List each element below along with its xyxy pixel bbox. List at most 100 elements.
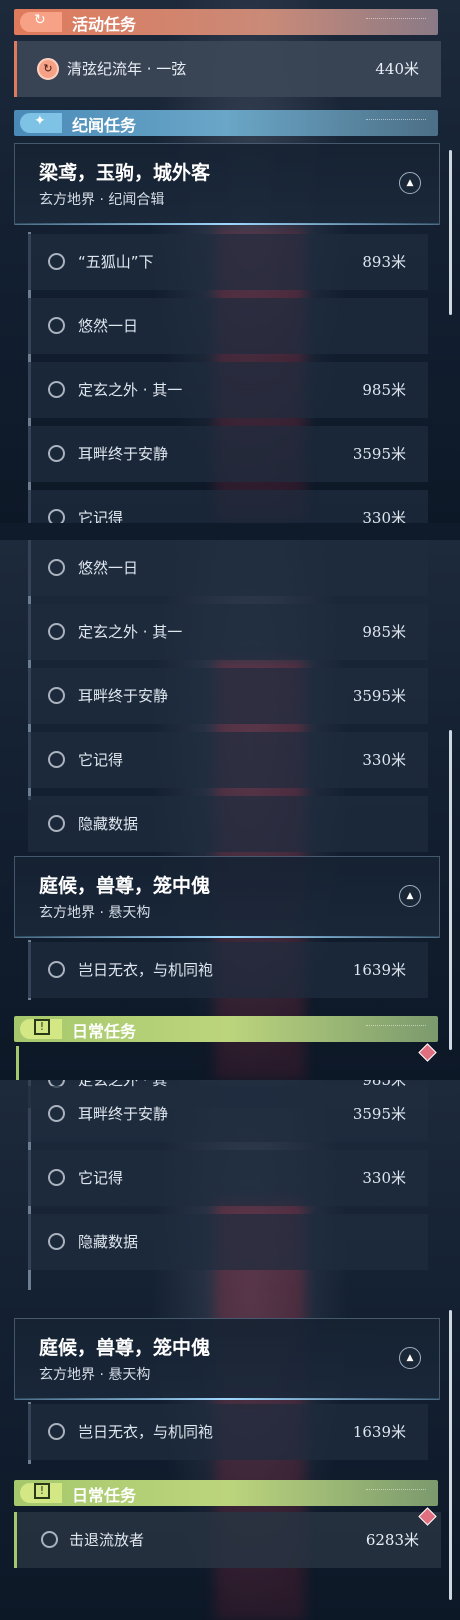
quest-name: 清弦纪流年 · 一弦 xyxy=(67,60,187,78)
quest-row[interactable]: 岂日无衣，与机同袍 1639米 xyxy=(28,942,428,998)
quest-circle-icon xyxy=(48,559,65,576)
quest-name: 悠然一日 xyxy=(78,317,139,335)
quest-distance: 985米 xyxy=(362,623,406,641)
refresh-arrow-icon: ↻ xyxy=(34,12,46,28)
active-quest-row[interactable]: ↻ 清弦纪流年 · 一弦 440米 xyxy=(14,41,441,97)
quest-distance: 985米 xyxy=(362,381,406,399)
quest-name: 耳畔终于安静 xyxy=(78,1105,169,1123)
quest-circle-icon xyxy=(48,687,65,704)
quest-distance: 330米 xyxy=(362,751,406,769)
story-subtitle: 玄方地界 · 悬天构 xyxy=(39,1367,151,1383)
quest-name: 它记得 xyxy=(78,509,124,523)
quest-row[interactable]: 岂日无衣，与机同袍 1639米 xyxy=(28,1404,428,1460)
quest-distance: 330米 xyxy=(362,1169,406,1187)
quest-distance: 1639米 xyxy=(352,1423,406,1441)
quest-name: 岂日无衣，与机同袍 xyxy=(78,961,214,979)
category-header-daily[interactable]: ! 日常任务 xyxy=(14,1016,438,1042)
quest-name: 定玄之外 · 其一 xyxy=(78,623,183,641)
quest-distance: 3595米 xyxy=(352,445,406,463)
quest-name: 耳畔终于安静 xyxy=(78,445,169,463)
quest-circle-icon xyxy=(48,317,65,334)
quest-circle-icon xyxy=(48,1423,65,1440)
quest-distance: 6283米 xyxy=(365,1531,419,1549)
quest-row[interactable]: 悠然一日 xyxy=(28,298,428,354)
quest-distance: 1639米 xyxy=(352,961,406,979)
daily-quest-row[interactable]: 击退流放者 6283米 xyxy=(14,1512,441,1568)
story-group-2[interactable]: 庭候，兽尊，笼中傀 玄方地界 · 悬天构 ▲ xyxy=(14,1318,440,1400)
quest-circle-icon xyxy=(41,1531,58,1548)
category-label: 日常任务 xyxy=(72,1022,137,1041)
quest-row[interactable]: 它记得 330米 xyxy=(28,1150,428,1206)
category-label: 活动任务 xyxy=(72,15,137,34)
quest-panel-1: ↻ 活动任务 ↻ 清弦纪流年 · 一弦 440米 ✦ 纪闻任务 梁鸢，玉驹，城外… xyxy=(0,0,460,523)
quest-panel-3: 定玄之外 · 其一 985米 耳畔终于安静 3595米 它记得 330米 隐藏数… xyxy=(0,1080,460,1620)
quest-circle-icon xyxy=(48,253,65,270)
story-subtitle: 玄方地界 · 纪闻合辑 xyxy=(39,192,165,208)
story-group-1[interactable]: 梁鸢，玉驹，城外客 玄方地界 · 纪闻合辑 ▲ xyxy=(14,143,440,225)
quest-name: 它记得 xyxy=(78,751,124,769)
category-label: 纪闻任务 xyxy=(72,116,137,135)
quest-row[interactable]: 它记得 330米 xyxy=(28,732,428,788)
exclamation-box-icon: ! xyxy=(34,1483,50,1499)
quest-name: 隐藏数据 xyxy=(78,815,139,833)
quest-circle-icon xyxy=(48,1105,65,1122)
quest-circle-icon xyxy=(48,381,65,398)
red-diamond-icon xyxy=(418,1043,437,1062)
quest-row[interactable]: “五狐山”下 893米 xyxy=(28,234,428,290)
quest-distance: 330米 xyxy=(362,509,406,523)
story-title: 庭候，兽尊，笼中傀 xyxy=(39,1337,211,1359)
quest-row[interactable]: 悠然一日 xyxy=(28,540,428,596)
quest-row[interactable]: 隐藏数据 xyxy=(28,1214,428,1270)
scrollbar[interactable] xyxy=(449,150,452,315)
refresh-arrow-icon: ↻ xyxy=(37,58,59,80)
quest-distance: 440米 xyxy=(375,60,419,78)
header-decoration xyxy=(366,119,426,124)
quest-circle-icon xyxy=(48,509,65,523)
scrollbar[interactable] xyxy=(449,730,452,1050)
quest-row[interactable]: 定玄之外 · 其一 985米 xyxy=(28,604,428,660)
quest-name: 击退流放者 xyxy=(69,1531,145,1549)
quest-circle-icon xyxy=(48,1233,65,1250)
chevron-up-icon[interactable]: ▲ xyxy=(399,172,421,194)
quest-row[interactable]: 耳畔终于安静 3595米 xyxy=(28,426,428,482)
scrollbar[interactable] xyxy=(449,1310,452,1600)
quest-distance: 3595米 xyxy=(352,687,406,705)
quest-circle-icon xyxy=(48,751,65,768)
quest-row[interactable]: 耳畔终于安静 3595米 xyxy=(28,1086,428,1142)
quest-name: 它记得 xyxy=(78,1169,124,1187)
exclamation-box-icon: ! xyxy=(34,1019,50,1035)
quest-row[interactable]: 耳畔终于安静 3595米 xyxy=(28,668,428,724)
quest-distance: 893米 xyxy=(362,253,406,271)
quest-circle-icon xyxy=(48,1169,65,1186)
story-title: 庭候，兽尊，笼中傀 xyxy=(39,875,211,897)
quest-name: 岂日无衣，与机同袍 xyxy=(78,1423,214,1441)
chevron-up-icon[interactable]: ▲ xyxy=(399,1347,421,1369)
quest-name: 定玄之外 · 其一 xyxy=(78,381,183,399)
category-header-story[interactable]: ✦ 纪闻任务 xyxy=(14,110,438,136)
category-header-active[interactable]: ↻ 活动任务 xyxy=(14,9,438,35)
header-decoration xyxy=(366,1489,426,1494)
header-decoration xyxy=(366,1025,426,1030)
chevron-up-icon[interactable]: ▲ xyxy=(399,885,421,907)
quest-circle-icon xyxy=(48,961,65,978)
quest-row[interactable]: 它记得 330米 xyxy=(28,490,428,523)
story-group-2[interactable]: 庭候，兽尊，笼中傀 玄方地界 · 悬天构 ▲ xyxy=(14,856,440,938)
quest-name: “五狐山”下 xyxy=(78,253,154,271)
category-header-daily[interactable]: ! 日常任务 xyxy=(14,1480,438,1506)
quest-name: 隐藏数据 xyxy=(78,1233,139,1251)
story-subtitle: 玄方地界 · 悬天构 xyxy=(39,905,151,921)
quest-name: 耳畔终于安静 xyxy=(78,687,169,705)
quest-circle-icon xyxy=(48,815,65,832)
quest-name: 悠然一日 xyxy=(78,559,139,577)
quest-distance: 3595米 xyxy=(352,1105,406,1123)
category-label: 日常任务 xyxy=(72,1486,137,1505)
sparkle-icon: ✦ xyxy=(34,113,46,129)
story-title: 梁鸢，玉驹，城外客 xyxy=(39,162,211,184)
daily-line xyxy=(16,1046,19,1080)
quest-row[interactable]: 定玄之外 · 其一 985米 xyxy=(28,362,428,418)
header-decoration xyxy=(366,18,426,23)
quest-panel-2: 悠然一日 定玄之外 · 其一 985米 耳畔终于安静 3595米 它记得 330… xyxy=(0,540,460,1080)
quest-circle-icon xyxy=(48,445,65,462)
quest-circle-icon xyxy=(48,623,65,640)
quest-row[interactable]: 隐藏数据 xyxy=(28,796,428,852)
